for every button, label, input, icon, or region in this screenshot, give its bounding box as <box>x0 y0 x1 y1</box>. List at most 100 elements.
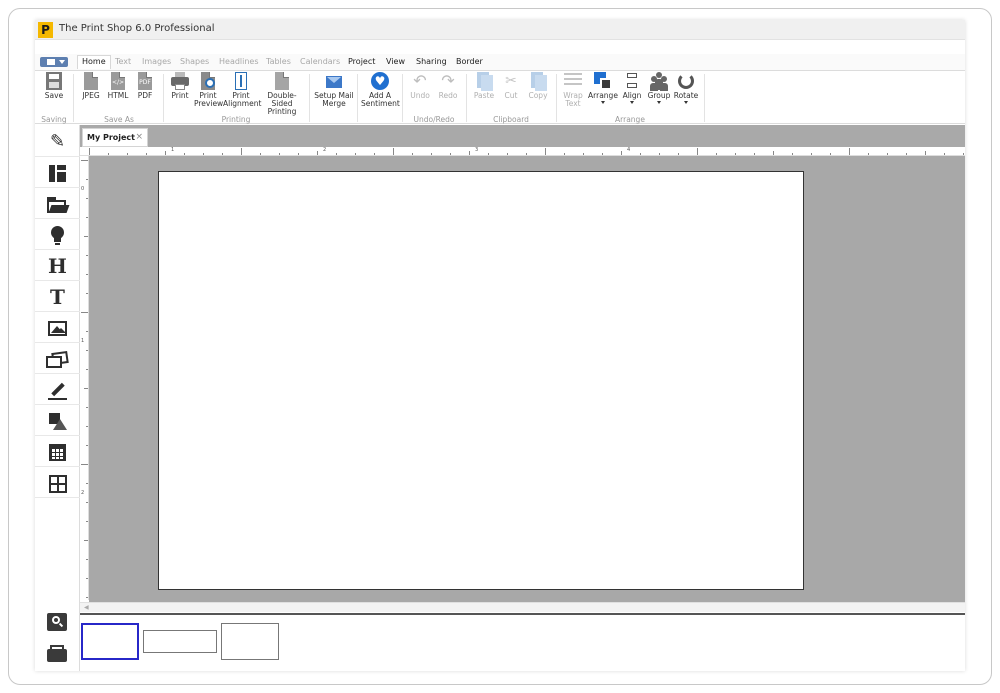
ruler-tick <box>298 153 299 155</box>
paste-button[interactable]: Paste <box>471 71 497 113</box>
close-icon[interactable]: × <box>135 129 143 146</box>
tray-button[interactable] <box>47 643 67 663</box>
ruler-tick <box>336 153 337 155</box>
project-page[interactable] <box>158 171 804 590</box>
cut-button[interactable]: ✂ Cut <box>499 71 523 113</box>
group-button[interactable]: Group <box>646 71 672 113</box>
horizontal-ruler: 1 2 3 4 <box>80 147 965 156</box>
open-folder-tool-button[interactable] <box>35 189 80 219</box>
ruler-tick <box>89 148 90 155</box>
tab-images[interactable]: Images <box>142 56 171 70</box>
print-alignment-icon <box>232 72 250 90</box>
ruler-tick <box>86 559 88 560</box>
horizontal-scrollbar[interactable]: ◀ <box>80 602 965 612</box>
tab-border[interactable]: Border <box>456 56 483 70</box>
redo-button[interactable]: ↷ Redo <box>435 71 461 113</box>
ruler-tick <box>545 148 546 155</box>
save-html-button[interactable]: </> HTML <box>106 71 130 113</box>
title-bar: P The Print Shop 6.0 Professional <box>35 20 965 40</box>
align-button[interactable]: Align <box>620 71 644 113</box>
document-tab[interactable]: My Project × <box>82 128 148 147</box>
add-sentiment-button[interactable]: Add A Sentiment <box>361 71 400 113</box>
ruler-tick <box>925 151 926 155</box>
headline-icon: H <box>48 254 67 278</box>
ruler-tick <box>355 153 356 155</box>
draw-tool-button[interactable] <box>35 375 80 405</box>
save-pdf-button[interactable]: PDF PDF <box>133 71 157 113</box>
image-tool-button[interactable] <box>35 313 80 343</box>
zoom-button[interactable] <box>47 613 67 631</box>
copy-button[interactable]: Copy <box>525 71 551 113</box>
ruler-tick <box>830 153 831 155</box>
ruler-tick <box>564 153 565 155</box>
ruler-tick <box>640 153 641 155</box>
ruler-tick <box>849 148 850 155</box>
tab-headlines[interactable]: Headlines <box>219 56 259 70</box>
print-alignment-button[interactable]: Print Alignment <box>223 71 261 113</box>
ruler-tick <box>86 426 88 427</box>
ruler-tick <box>81 464 88 465</box>
ribbon-separator <box>704 74 705 122</box>
save-icon <box>45 72 63 90</box>
print-preview-button[interactable]: Print Preview <box>194 71 223 113</box>
tab-view[interactable]: View <box>386 56 405 70</box>
page-thumbnail[interactable] <box>143 630 217 653</box>
pencil-tool-button[interactable]: ✎ <box>35 127 80 157</box>
setup-mail-merge-button[interactable]: Setup Mail Merge <box>314 71 354 113</box>
wrap-text-label-2: Text <box>565 99 581 108</box>
tab-shapes[interactable]: Shapes <box>180 56 209 70</box>
arrange-button[interactable]: Arrange <box>588 71 618 113</box>
chevron-down-icon <box>657 101 661 104</box>
ruler-tick <box>86 350 88 351</box>
photos-tool-button[interactable] <box>35 344 80 374</box>
save-button[interactable]: Save <box>42 71 66 113</box>
ruler-tick <box>450 153 451 155</box>
tab-project[interactable]: Project <box>348 56 375 70</box>
ruler-tick <box>222 153 223 155</box>
tab-sharing[interactable]: Sharing <box>416 56 447 70</box>
ruler-tick <box>84 388 88 389</box>
calendar-tool-button[interactable] <box>35 437 80 467</box>
rotate-button[interactable]: Rotate <box>673 71 699 113</box>
tab-text[interactable]: Text <box>115 56 131 70</box>
ruler-tick <box>716 153 717 155</box>
canvas-area[interactable] <box>89 156 965 602</box>
table-tool-button[interactable] <box>35 468 80 498</box>
undo-button[interactable]: ↶ Undo <box>407 71 433 113</box>
photos-icon <box>46 350 69 369</box>
ruler-tick <box>887 153 888 155</box>
ruler-tick <box>81 160 88 161</box>
tab-calendars[interactable]: Calendars <box>300 56 340 70</box>
layout-tool-button[interactable] <box>35 158 80 188</box>
double-sided-printing-button[interactable]: Double-Sided Printing <box>259 71 305 116</box>
document-tab-bar: My Project × <box>80 125 965 147</box>
quick-access-menu-button[interactable] <box>40 57 68 67</box>
double-sided-label-1: Double-Sided <box>267 91 297 108</box>
arrange-label: Arrange <box>588 91 618 100</box>
layout-icon <box>49 165 66 182</box>
headline-tool-button[interactable]: H <box>35 251 80 281</box>
arrange-icon <box>594 72 612 90</box>
chevron-down-icon <box>601 101 605 104</box>
save-jpeg-button[interactable]: JPEG <box>79 71 103 113</box>
left-toolbar: ✎ H T <box>35 125 80 671</box>
align-icon <box>623 72 641 90</box>
page-thumbnail[interactable] <box>81 623 139 660</box>
tab-tables[interactable]: Tables <box>266 56 291 70</box>
group-label: Group <box>647 91 671 100</box>
page-thumbnail[interactable] <box>221 623 279 660</box>
print-button[interactable]: Print <box>168 71 192 113</box>
wrap-text-button[interactable]: Wrap Text <box>561 71 585 113</box>
print-label: Print <box>171 91 189 100</box>
mail-merge-label-2: Merge <box>322 99 346 108</box>
redo-label: Redo <box>438 91 458 100</box>
scroll-left-icon[interactable]: ◀ <box>84 603 89 613</box>
lightbulb-tool-button[interactable] <box>35 220 80 250</box>
shapes-tool-button[interactable] <box>35 406 80 436</box>
mail-icon <box>325 72 343 90</box>
ruler-tick <box>86 179 88 180</box>
text-tool-button[interactable]: T <box>35 282 80 312</box>
app-window: P The Print Shop 6.0 Professional Home T… <box>35 20 965 671</box>
ruler-tick <box>279 153 280 155</box>
tab-home[interactable]: Home <box>77 55 111 69</box>
